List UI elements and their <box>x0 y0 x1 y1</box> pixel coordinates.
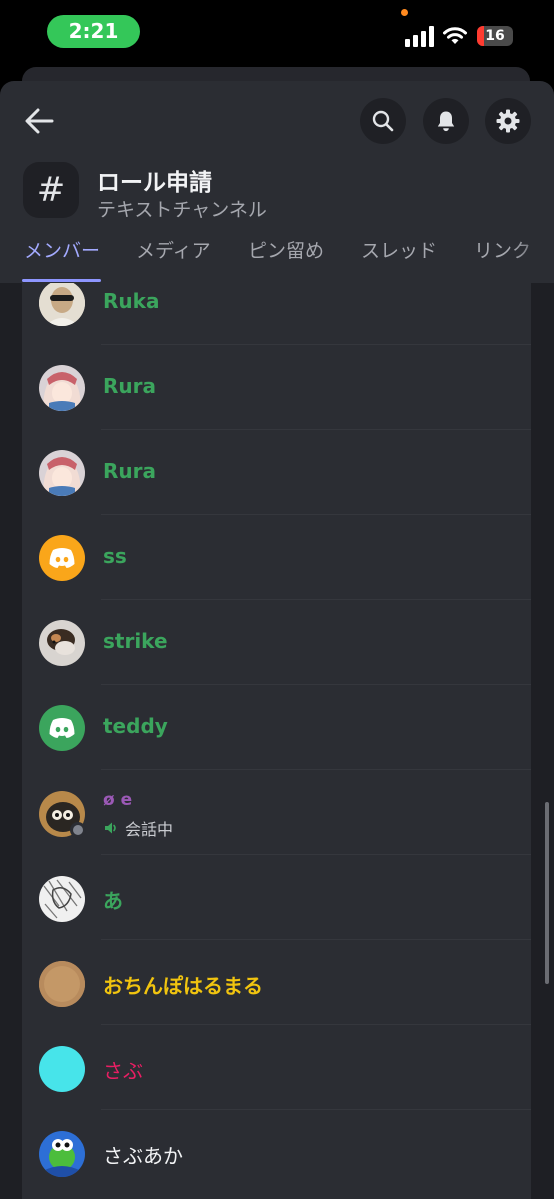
back-button[interactable] <box>22 101 58 141</box>
member-avatar <box>39 876 85 922</box>
member-avatar <box>39 620 85 666</box>
discord-logo-icon <box>49 548 75 568</box>
member-name: おちんぽはるまる <box>103 974 263 998</box>
member-name: ø e <box>103 790 133 810</box>
member-name: Rura <box>103 374 156 398</box>
tab-bar: メンバー メディア ピン留め スレッド リンク <box>0 228 554 283</box>
hash-glyph: # <box>36 170 66 210</box>
member-avatar <box>39 705 85 751</box>
battery-level: 16 <box>485 28 505 44</box>
wifi-icon <box>443 27 467 44</box>
tab-fade <box>514 228 554 283</box>
scrollbar[interactable] <box>545 802 549 984</box>
voice-activity-label: 会話中 <box>125 820 174 839</box>
member-row[interactable]: ø e 会話中 <box>22 770 531 855</box>
member-avatar <box>39 535 85 581</box>
member-row[interactable]: おちんぽはるまる <box>22 940 531 1025</box>
tab-threads[interactable]: スレッド <box>361 236 437 263</box>
search-button[interactable] <box>360 98 406 144</box>
active-tab-indicator <box>22 279 101 282</box>
tab-media[interactable]: メディア <box>136 236 211 263</box>
member-name: あ <box>103 889 123 913</box>
member-row[interactable]: strike <box>22 600 531 685</box>
member-row[interactable]: さぶあか <box>22 1110 531 1195</box>
tab-pins[interactable]: ピン留め <box>248 236 324 263</box>
speaker-icon <box>105 822 116 834</box>
member-avatar <box>39 1046 85 1092</box>
cellular-signal-icon <box>405 25 435 47</box>
member-name: Ruka <box>103 289 160 313</box>
bell-icon <box>437 111 455 132</box>
member-row[interactable]: あ <box>22 855 531 940</box>
arrow-left-icon <box>25 108 54 134</box>
member-row[interactable]: Rura <box>22 345 531 430</box>
sheet-gutter-right <box>531 283 554 1199</box>
settings-button[interactable] <box>485 98 531 144</box>
battery-icon: 16 <box>477 26 513 46</box>
channel-name: ロール申請 <box>97 170 212 196</box>
voice-activity: 会話中 <box>103 816 173 840</box>
member-list: Ruka Rura Rura ss strike teddy ø e 会話中 あ… <box>22 283 531 1199</box>
member-avatar <box>39 450 85 496</box>
member-name: Rura <box>103 459 156 483</box>
member-row[interactable]: ss <box>22 515 531 600</box>
status-bar: 2:21 16 <box>0 0 554 70</box>
status-time[interactable]: 2:21 <box>47 15 140 48</box>
notifications-button[interactable] <box>423 98 469 144</box>
member-name: ss <box>103 544 127 568</box>
privacy-indicator-dot <box>401 9 408 16</box>
member-avatar <box>39 1131 85 1177</box>
member-row[interactable]: Rura <box>22 430 531 515</box>
member-row[interactable]: さぶ <box>22 1025 531 1110</box>
status-indicator <box>70 822 86 838</box>
search-icon <box>372 110 394 132</box>
member-row[interactable]: teddy <box>22 685 531 770</box>
sheet-gutter-left <box>0 283 22 1199</box>
member-avatar <box>39 283 85 326</box>
discord-logo-icon <box>49 718 75 738</box>
gear-icon <box>496 109 520 133</box>
member-name: さぶ <box>103 1059 143 1083</box>
tab-members[interactable]: メンバー <box>24 236 100 263</box>
member-name: さぶあか <box>103 1144 183 1168</box>
channel-hash-icon: # <box>23 162 79 218</box>
member-name: teddy <box>103 714 168 738</box>
member-avatar <box>39 365 85 411</box>
member-name: strike <box>103 629 168 653</box>
channel-type: テキストチャンネル <box>97 199 267 221</box>
member-avatar <box>39 961 85 1007</box>
member-row[interactable]: Ruka <box>22 283 531 345</box>
